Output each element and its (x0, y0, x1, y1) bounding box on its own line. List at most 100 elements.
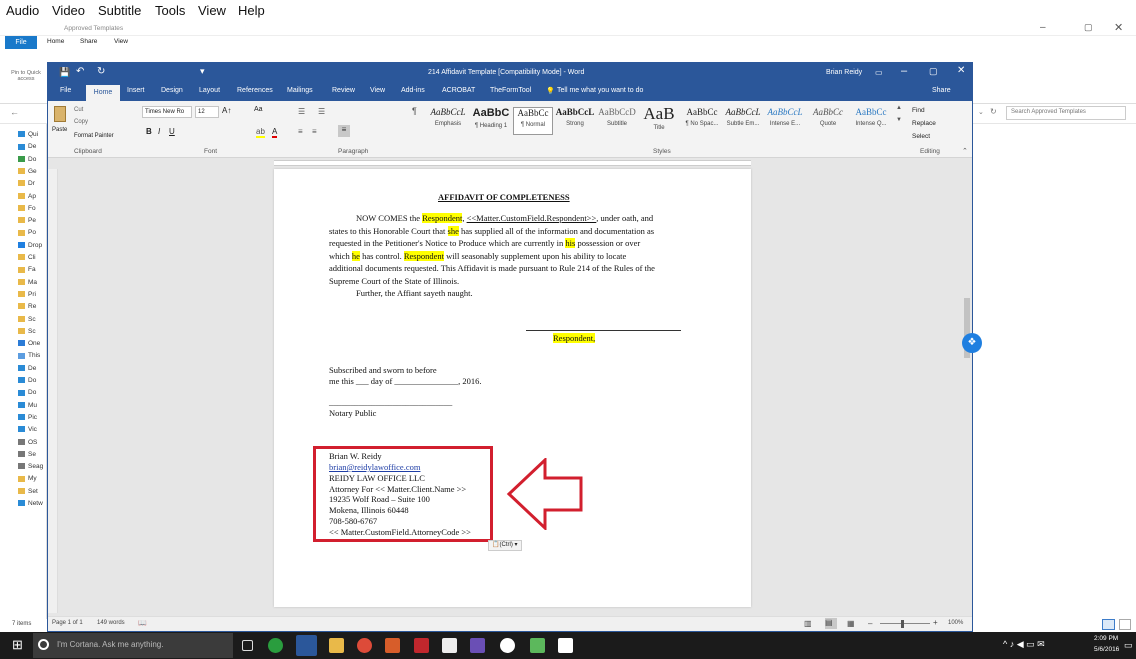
tab-layout[interactable]: Layout (199, 87, 220, 94)
font-color-icon[interactable]: A (272, 127, 278, 138)
replace-button[interactable]: Replace (912, 120, 936, 127)
back-arrow-icon[interactable]: ← (10, 107, 19, 117)
styles-scroll-up-icon[interactable]: ▲ (896, 105, 902, 111)
redo-icon[interactable]: ↻ (97, 66, 105, 77)
web-layout-icon[interactable]: ▦ (847, 619, 855, 628)
nav-item[interactable]: Set (18, 487, 38, 497)
nav-item[interactable]: Seag (18, 462, 43, 472)
app-icon-6[interactable] (558, 638, 573, 653)
print-layout-icon[interactable]: ▤ (825, 618, 837, 629)
paste-icon[interactable] (54, 106, 66, 122)
nav-item[interactable]: OS (18, 438, 37, 448)
style-9[interactable]: AaBbCc Quote (808, 107, 848, 135)
windows-start-icon[interactable]: ⊞ (12, 637, 23, 653)
page-count[interactable]: Page 1 of 1 (52, 620, 83, 626)
nav-item[interactable]: Drop (18, 241, 42, 251)
nav-item[interactable]: Vic (18, 425, 37, 435)
tab-home[interactable]: Home (86, 85, 120, 101)
zoom-out-icon[interactable]: – (868, 619, 872, 628)
style-8[interactable]: AaBbCcL Intense E... (765, 107, 805, 135)
app-icon-2[interactable] (385, 638, 400, 653)
nav-item[interactable]: Pe (18, 216, 36, 226)
nav-item[interactable]: Ge (18, 167, 37, 177)
nav-item[interactable]: De (18, 142, 36, 152)
large-icons-view-icon[interactable] (1119, 619, 1131, 630)
acrobat-icon[interactable] (414, 638, 429, 653)
format-painter-button[interactable]: Format Painter (74, 133, 114, 139)
word-taskbar-icon[interactable] (296, 635, 317, 656)
tab-add-ins[interactable]: Add-ins (401, 87, 425, 94)
refresh-icon[interactable]: ↻ (990, 107, 997, 116)
menu-audio[interactable]: Audio (6, 3, 39, 18)
justify-icon[interactable]: ≡ (338, 125, 350, 137)
style-3[interactable]: AaBbCcL Strong (555, 107, 595, 135)
nav-item[interactable]: Pri (18, 290, 36, 300)
word-count[interactable]: 149 words (97, 620, 125, 626)
user-name[interactable]: Brian Reidy (826, 69, 862, 76)
nav-item[interactable]: Cli (18, 253, 36, 263)
horizontal-ruler[interactable] (48, 158, 972, 168)
collapse-ribbon-icon[interactable]: ⌃ (962, 147, 968, 155)
tab-view[interactable]: View (370, 87, 385, 94)
style-0[interactable]: AaBbCcL Emphasis (428, 107, 468, 135)
nav-item[interactable]: Ap (18, 192, 36, 202)
zoom-slider[interactable] (880, 623, 930, 624)
style-2[interactable]: AaBbCc ¶ Normal (513, 107, 553, 135)
explorer-maximize[interactable]: ▢ (1084, 22, 1093, 33)
style-4[interactable]: AaBbCcD Subtitle (597, 107, 637, 135)
zoom-slider-thumb[interactable] (901, 620, 904, 628)
menu-help[interactable]: Help (238, 3, 265, 18)
proofing-icon[interactable]: 📖 (138, 619, 147, 627)
nav-item[interactable]: Pic (18, 413, 37, 423)
tab-references[interactable]: References (237, 87, 273, 94)
nav-item[interactable]: Do (18, 155, 36, 165)
undo-icon[interactable]: ↶ (76, 66, 84, 77)
bullets-icon[interactable]: ☰ (298, 107, 305, 116)
dropbox-icon[interactable]: ❖ (962, 333, 982, 353)
tab-design[interactable]: Design (161, 87, 183, 94)
paste-button[interactable]: Paste (52, 127, 67, 133)
system-tray-icons[interactable]: ^ ♪ ◀ ▭ ✉ (1003, 639, 1045, 650)
menu-video[interactable]: Video (52, 3, 85, 18)
notifications-icon[interactable]: ▭ (1124, 640, 1133, 651)
nav-item[interactable]: Mu (18, 401, 37, 411)
read-mode-icon[interactable]: ▥ (804, 619, 812, 628)
share-button[interactable]: Share (932, 87, 951, 94)
style-1[interactable]: AaBbC ¶ Heading 1 (471, 107, 511, 135)
vertical-scrollbar[interactable] (962, 169, 972, 613)
nav-item[interactable]: Se (18, 450, 36, 460)
zoom-in-icon[interactable]: + (933, 618, 938, 627)
cortana-search-box[interactable]: I'm Cortana. Ask me anything. (33, 633, 233, 658)
explorer-tab-home[interactable]: Home (47, 38, 64, 45)
save-icon[interactable]: 💾 (59, 67, 70, 78)
nav-item[interactable]: Po (18, 228, 36, 238)
style-5[interactable]: AaB Title (639, 105, 679, 135)
nav-item[interactable]: My (18, 474, 37, 484)
align-left-icon[interactable]: ≡ (298, 127, 303, 136)
tab-insert[interactable]: Insert (127, 87, 145, 94)
customize-qat-icon[interactable]: ▾ (200, 66, 205, 77)
numbering-icon[interactable]: ☰ (318, 107, 325, 116)
nav-item[interactable]: Fa (18, 265, 36, 275)
style-6[interactable]: AaBbCc ¶ No Spac... (682, 107, 722, 135)
file-explorer-icon[interactable] (329, 638, 344, 653)
nav-item[interactable]: Fo (18, 204, 36, 214)
select-button[interactable]: Select (912, 133, 930, 140)
tab-file[interactable]: File (60, 87, 71, 94)
tab-mailings[interactable]: Mailings (287, 87, 313, 94)
camtasia-icon[interactable] (530, 638, 545, 653)
nav-item[interactable]: Do (18, 376, 36, 386)
styles-scroll-down-icon[interactable]: ▼ (896, 117, 902, 123)
menu-tools[interactable]: Tools (155, 3, 185, 18)
menu-subtitle[interactable]: Subtitle (98, 3, 141, 18)
underline-icon[interactable]: U (169, 127, 175, 136)
chrome-icon[interactable] (357, 638, 372, 653)
zoom-level[interactable]: 100% (948, 620, 963, 626)
style-10[interactable]: AaBbCc Intense Q... (851, 107, 891, 135)
tab-review[interactable]: Review (332, 87, 355, 94)
bold-icon[interactable]: B (146, 127, 152, 136)
app-icon-1[interactable] (268, 638, 283, 653)
cut-button[interactable]: Cut (74, 107, 83, 113)
nav-item[interactable]: Netw (18, 499, 43, 509)
app-icon-3[interactable] (442, 638, 457, 653)
